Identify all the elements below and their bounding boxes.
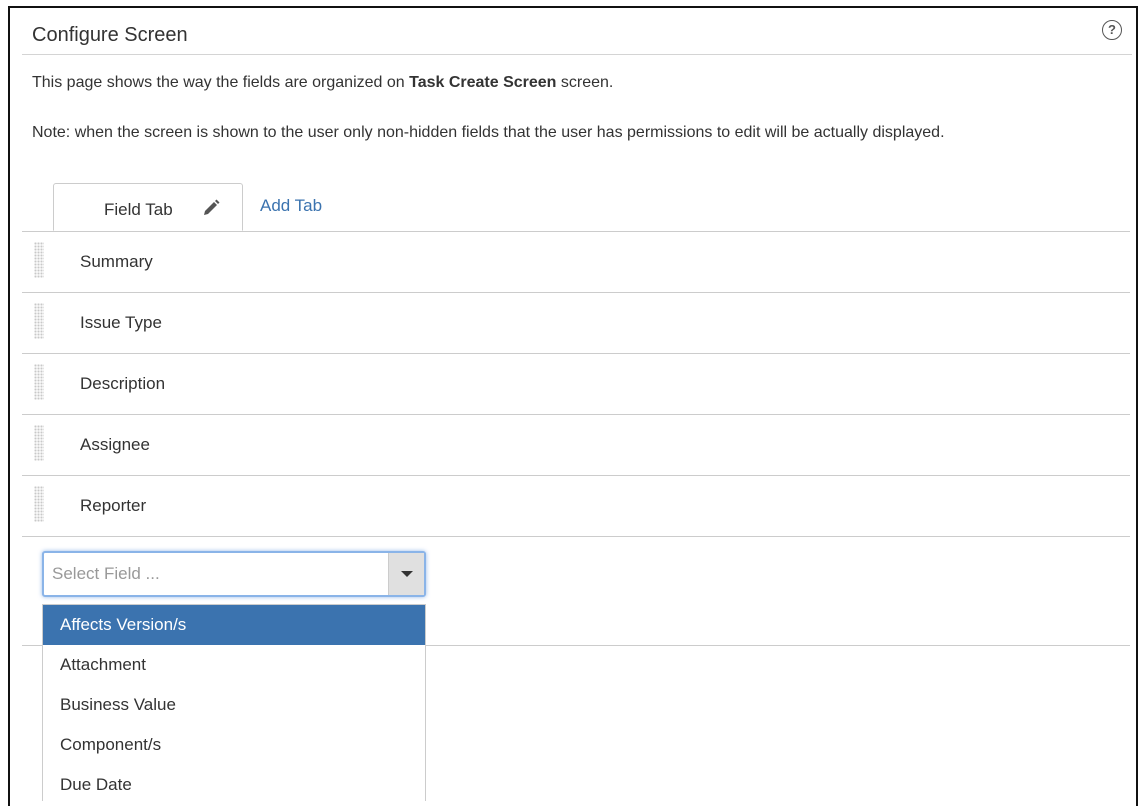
page-header: Configure Screen ? (22, 8, 1132, 55)
field-name: Reporter (80, 496, 147, 515)
divider (22, 645, 42, 646)
select-field-toggle-button[interactable] (388, 553, 424, 595)
drag-handle-icon[interactable] (34, 486, 44, 522)
divider (426, 645, 1130, 646)
dropdown-option[interactable]: Due Date (43, 765, 425, 801)
field-list: Summary Issue Type Description Assignee … (22, 232, 1130, 537)
tab-label: Field Tab (104, 200, 173, 219)
select-field-input[interactable] (44, 553, 382, 595)
field-row-issue-type[interactable]: Issue Type (22, 293, 1130, 354)
field-name: Summary (80, 252, 153, 271)
field-name: Description (80, 374, 166, 393)
field-row-summary[interactable]: Summary (22, 232, 1130, 293)
field-name: Issue Type (80, 313, 162, 332)
add-tab-link[interactable]: Add Tab (260, 196, 322, 216)
drag-handle-icon[interactable] (34, 242, 44, 278)
field-name: Assignee (80, 435, 150, 454)
page-title: Configure Screen (32, 24, 188, 46)
dropdown-option[interactable]: Business Value (43, 685, 425, 725)
drag-handle-icon[interactable] (34, 364, 44, 400)
dropdown-option[interactable]: Attachment (43, 645, 425, 685)
description-suffix: screen. (556, 74, 614, 91)
tab-field-tab[interactable]: Field Tab (53, 183, 243, 231)
select-field-dropdown: Affects Version/s Attachment Business Va… (42, 604, 426, 801)
screen-name: Task Create Screen (409, 74, 557, 91)
screen-description: This page shows the way the fields are o… (32, 74, 613, 92)
pencil-icon[interactable] (201, 198, 221, 218)
caret-down-icon (401, 571, 413, 577)
drag-handle-icon[interactable] (34, 425, 44, 461)
description-prefix: This page shows the way the fields are o… (32, 74, 410, 91)
field-row-description[interactable]: Description (22, 354, 1130, 415)
field-row-reporter[interactable]: Reporter (22, 476, 1130, 537)
drag-handle-icon[interactable] (34, 303, 44, 339)
tab-bar: Field Tab Add Tab (22, 183, 1130, 232)
question-circle-icon[interactable]: ? (1102, 20, 1122, 40)
select-field-combobox[interactable] (42, 551, 426, 597)
field-row-assignee[interactable]: Assignee (22, 415, 1130, 476)
dropdown-option[interactable]: Component/s (43, 725, 425, 765)
note-text: Note: when the screen is shown to the us… (32, 124, 945, 141)
dropdown-option[interactable]: Affects Version/s (43, 605, 425, 645)
